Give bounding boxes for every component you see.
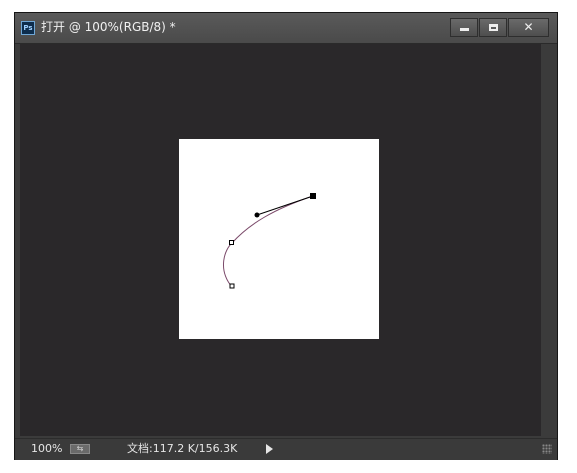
vertical-scrollbar[interactable] (542, 44, 556, 436)
title-bar[interactable]: Ps 打开 @ 100%(RGB/8) * ✕ (15, 13, 557, 44)
document-canvas[interactable] (179, 139, 379, 339)
close-button[interactable]: ✕ (508, 18, 549, 37)
maximize-button[interactable] (479, 18, 507, 37)
minimize-button[interactable] (450, 18, 478, 37)
bezier-path[interactable] (223, 195, 314, 288)
document-window: Ps 打开 @ 100%(RGB/8) * ✕ 100% ⇆ 文档:117.2 … (14, 12, 558, 460)
zoom-level-field[interactable]: 100% (31, 442, 62, 456)
direction-handle-point[interactable] (254, 212, 260, 218)
photoshop-app-icon: Ps (21, 21, 35, 35)
direction-handle-line (256, 195, 314, 216)
document-size-info: 文档:117.2 K/156.3K (127, 442, 238, 455)
right-arrow-icon[interactable] (266, 444, 273, 454)
zoom-widget-icon[interactable]: ⇆ (70, 444, 90, 454)
anchor-point-start[interactable] (229, 283, 235, 289)
status-bar: 100% ⇆ 文档:117.2 K/156.3K (15, 438, 557, 460)
canvas-workspace[interactable] (20, 44, 541, 436)
maximize-icon (488, 24, 498, 31)
minimize-icon (459, 28, 469, 31)
anchor-point-end-selected[interactable] (310, 193, 316, 199)
anchor-point-middle[interactable] (229, 240, 234, 245)
close-icon: ✕ (523, 20, 534, 34)
resize-grip-icon[interactable] (542, 444, 552, 454)
pen-path-drawing[interactable] (179, 139, 379, 339)
document-title: 打开 @ 100%(RGB/8) * (41, 20, 176, 34)
